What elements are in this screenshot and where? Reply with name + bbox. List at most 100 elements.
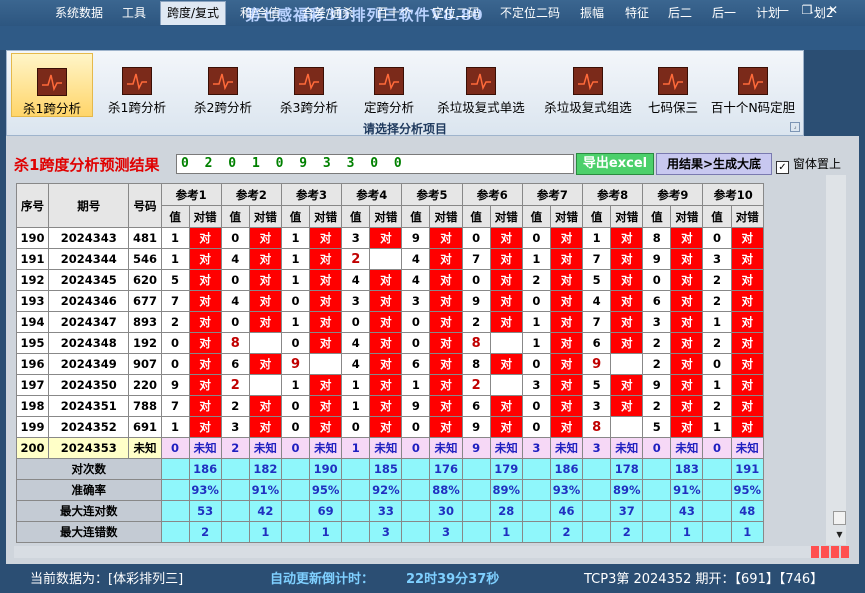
check-cell-wrong bbox=[309, 353, 343, 375]
horizontal-scrollbar[interactable] bbox=[14, 546, 824, 558]
ribbon-button-kill2-span[interactable]: 杀2跨分析 bbox=[181, 53, 265, 117]
column-header-ref: 参考3 bbox=[280, 183, 343, 206]
countdown-value: 22时39分37秒 bbox=[406, 572, 500, 587]
ref-value-cell: 9 bbox=[461, 416, 491, 438]
check-cell-right: 对 bbox=[309, 269, 343, 291]
stats-value-cell: 178 bbox=[610, 458, 644, 480]
menu-last-two[interactable]: 后二 bbox=[668, 4, 692, 21]
generate-base-button[interactable]: 用结果>生成大底 bbox=[656, 153, 772, 175]
table-row[interactable]: 190 2024343 481 1 对 0 对 1 对 3 对 9 对 0 对 0 对 1 对 8 对 0 对 bbox=[16, 227, 764, 249]
table-row[interactable]: 198 2024351 788 7 对 2 对 0 对 1 对 9 对 6 对 0 对 3 对 2 对 2 对 bbox=[16, 395, 764, 417]
table-row[interactable]: 199 2024352 691 1 对 3 对 0 对 0 对 0 对 9 对 0 对 8 5 对 1 对 bbox=[16, 416, 764, 438]
table-row[interactable]: 191 2024344 546 1 对 4 对 1 对 2 4 对 7 对 1 对 7 对 9 对 3 对 bbox=[16, 248, 764, 270]
column-header-ref: 参考2 bbox=[220, 183, 282, 206]
menu-plan2[interactable]: ·划2 bbox=[810, 4, 833, 21]
table-row[interactable]: 196 2024349 907 0 对 6 对 9 4 对 6 对 8 对 0 对 9 2 对 0 对 bbox=[16, 353, 764, 375]
menu-last-one[interactable]: 后一 bbox=[712, 4, 736, 21]
stats-value-cell: 93% bbox=[188, 479, 222, 501]
stats-spacer-cell bbox=[642, 458, 672, 480]
ref-value-cell: 4 bbox=[401, 269, 431, 291]
check-cell-right: 对 bbox=[188, 416, 222, 438]
table-row[interactable]: 195 2024348 192 0 对 8 0 对 4 对 0 对 8 1 对 6 对 2 对 2 对 bbox=[16, 332, 764, 354]
check-cell-right: 对 bbox=[670, 227, 704, 249]
check-cell-right: 对 bbox=[429, 311, 463, 333]
table-row[interactable]: 193 2024346 677 7 对 4 对 0 对 3 对 3 对 9 对 0 对 4 对 6 对 2 对 bbox=[16, 290, 764, 312]
menu-diff-kill[interactable]: 合差/通杀 bbox=[302, 4, 354, 21]
stats-spacer-cell bbox=[521, 521, 551, 543]
ref-value-cell: 2 bbox=[461, 374, 491, 396]
export-excel-button[interactable]: 导出excel bbox=[576, 153, 654, 175]
stats-value-cell: 30 bbox=[429, 500, 463, 522]
check-cell-right: 对 bbox=[730, 311, 764, 333]
ref-value-cell: 7 bbox=[582, 311, 612, 333]
check-cell-right: 对 bbox=[369, 395, 403, 417]
ref-value-cell: 7 bbox=[461, 248, 491, 270]
ribbon-button-kill-junk-group[interactable]: 杀垃圾复式组选 bbox=[537, 53, 639, 117]
ribbon-button-kill1-span-a[interactable]: 杀1跨分析 bbox=[11, 53, 93, 117]
ref-value-cell: 8 bbox=[461, 332, 491, 354]
pred-check-cell: 未知 bbox=[369, 437, 403, 459]
selected-cell[interactable] bbox=[160, 521, 190, 543]
ribbon-button-fixed-span[interactable]: 定跨分析 bbox=[353, 53, 425, 117]
code-cell: 677 bbox=[128, 290, 162, 312]
check-cell-wrong bbox=[610, 353, 644, 375]
stats-spacer-cell bbox=[341, 521, 371, 543]
pred-value-cell: 0 bbox=[702, 437, 732, 459]
prediction-row[interactable]: 200 2024353 未知 0 未知 2 未知 0 未知 1 未知 0 未知 9 未知 3 未知 3 未知 0 未知 0… bbox=[16, 437, 764, 459]
menu-plan[interactable]: 计划 bbox=[756, 4, 780, 21]
column-header-check: 对错 bbox=[730, 205, 764, 228]
ref-value-cell: 0 bbox=[401, 311, 431, 333]
check-cell-right: 对 bbox=[309, 374, 343, 396]
check-cell-right: 对 bbox=[549, 248, 584, 270]
ref-value-cell: 3 bbox=[341, 290, 371, 312]
check-cell-right: 对 bbox=[429, 374, 463, 396]
stats-value-cell: 1 bbox=[489, 521, 523, 543]
menu-tools[interactable]: 工具 bbox=[122, 4, 146, 21]
ref-value-cell: 1 bbox=[341, 374, 371, 396]
check-cell-right: 对 bbox=[610, 248, 644, 270]
ribbon-button-kill3-span[interactable]: 杀3跨分析 bbox=[267, 53, 351, 117]
menu-position-two[interactable]: 定位二码 bbox=[432, 4, 480, 21]
check-cell-right: 对 bbox=[248, 311, 282, 333]
menu-span-compound[interactable]: 跨度/复式 bbox=[160, 1, 227, 25]
pred-value-cell: 3 bbox=[582, 437, 612, 459]
table-row[interactable]: 197 2024350 220 9 对 2 1 对 1 对 1 对 2 3 对 5 对 9 对 1 对 bbox=[16, 374, 764, 396]
table-row[interactable]: 192 2024345 620 5 对 0 对 1 对 4 对 4 对 0 对 2 对 5 对 0 对 2 对 bbox=[16, 269, 764, 291]
seq-cell: 192 bbox=[16, 269, 50, 291]
menu-feature[interactable]: 特征 bbox=[625, 4, 649, 21]
menu-amplitude[interactable]: 振幅 bbox=[580, 4, 604, 21]
window-on-top-checkbox[interactable]: ✓ 窗体置上 bbox=[776, 155, 841, 174]
ribbon-button-kill-junk-single[interactable]: 杀垃圾复式单选 bbox=[427, 53, 535, 117]
check-cell-right: 对 bbox=[730, 248, 764, 270]
issue-cell: 2024347 bbox=[48, 311, 130, 333]
stats-value-cell: 1 bbox=[730, 521, 764, 543]
vertical-scrollbar[interactable] bbox=[826, 175, 846, 545]
menu-sum[interactable]: 和/合值 bbox=[240, 4, 280, 21]
check-cell-right: 对 bbox=[549, 311, 584, 333]
check-cell-right: 对 bbox=[309, 311, 343, 333]
scrollbar-thumb[interactable] bbox=[833, 511, 846, 525]
ribbon-button-kill1-span-b[interactable]: 杀1跨分析 bbox=[95, 53, 179, 117]
menu-nonposition-two[interactable]: 不定位二码 bbox=[500, 4, 560, 21]
menu-hundreds-tens-ones[interactable]: 百十个 bbox=[376, 4, 412, 21]
check-cell-right: 对 bbox=[248, 416, 282, 438]
checkbox-icon[interactable]: ✓ bbox=[776, 161, 789, 174]
check-cell-right: 对 bbox=[248, 395, 282, 417]
stats-spacer-cell bbox=[702, 458, 732, 480]
ribbon-button-n-code-dan[interactable]: 百十个N码定胆 bbox=[707, 53, 799, 117]
ribbon-button-seven-keep-three[interactable]: 七码保三 bbox=[641, 53, 705, 117]
prediction-result-field[interactable]: 0 2 0 1 0 9 3 3 0 0 bbox=[176, 154, 574, 174]
scroll-down-icon[interactable]: ▼ bbox=[833, 528, 846, 542]
stats-spacer-cell bbox=[160, 458, 190, 480]
check-cell-wrong bbox=[610, 416, 644, 438]
pred-check-cell: 未知 bbox=[730, 437, 764, 459]
expand-corner-icon[interactable]: ⌟ bbox=[790, 122, 800, 132]
stats-spacer-cell bbox=[582, 500, 612, 522]
stats-spacer-cell bbox=[461, 500, 491, 522]
check-cell-right: 对 bbox=[489, 290, 523, 312]
menu-system-data[interactable]: 系统数据 bbox=[55, 4, 103, 21]
ref-value-cell: 9 bbox=[160, 374, 190, 396]
seq-cell: 198 bbox=[16, 395, 50, 417]
table-row[interactable]: 194 2024347 893 2 对 0 对 1 对 0 对 0 对 2 对 1 对 7 对 3 对 1 对 bbox=[16, 311, 764, 333]
check-cell-right: 对 bbox=[248, 269, 282, 291]
